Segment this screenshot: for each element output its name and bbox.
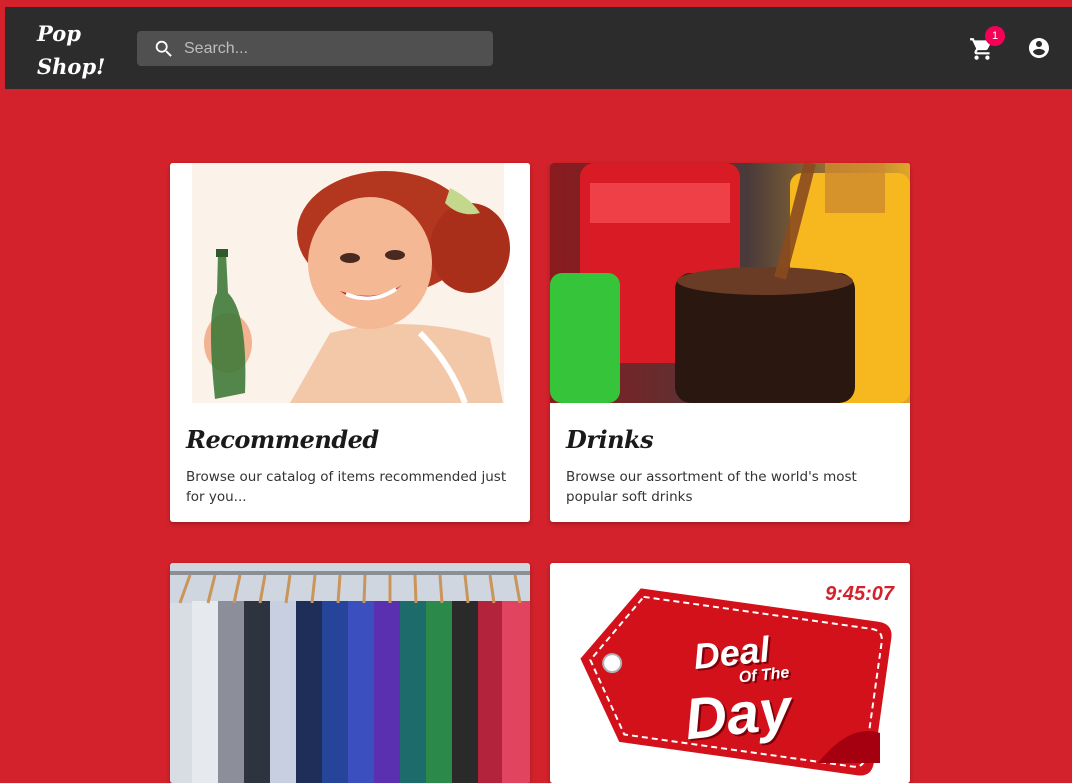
card-description: Browse our catalog of items recommended … <box>186 469 507 505</box>
category-card-deal-of-the-day[interactable]: Deal Of The Day 9:45:07 <box>550 563 910 783</box>
search-input[interactable] <box>184 31 484 66</box>
account-circle-icon[interactable] <box>1027 36 1051 60</box>
drinks-image <box>550 163 910 403</box>
deal-line-3: Day <box>681 676 795 753</box>
category-card-recommended[interactable]: Recommended Browse our catalog of items … <box>170 163 530 522</box>
recommended-image <box>170 163 530 403</box>
cart-count-badge: 1 <box>985 26 1005 46</box>
logo-line-2: Shop! <box>37 54 106 79</box>
card-title: Drinks <box>566 425 654 454</box>
search-box[interactable] <box>137 31 493 66</box>
category-card-clothing[interactable] <box>170 563 530 783</box>
card-title: Recommended <box>186 425 379 454</box>
category-card-drinks[interactable]: Drinks Browse our assortment of the worl… <box>550 163 910 522</box>
logo[interactable]: Pop Shop! <box>37 17 105 83</box>
deal-label: Deal Of The Day <box>675 628 796 753</box>
search-icon <box>155 40 172 57</box>
logo-line-1: Pop <box>37 21 81 46</box>
card-description: Browse our assortment of the world's mos… <box>566 469 857 505</box>
clothing-image <box>170 563 530 783</box>
app-bar: Pop Shop! 1 <box>5 7 1072 89</box>
deal-countdown-timer: 9:45:07 <box>825 583 894 605</box>
